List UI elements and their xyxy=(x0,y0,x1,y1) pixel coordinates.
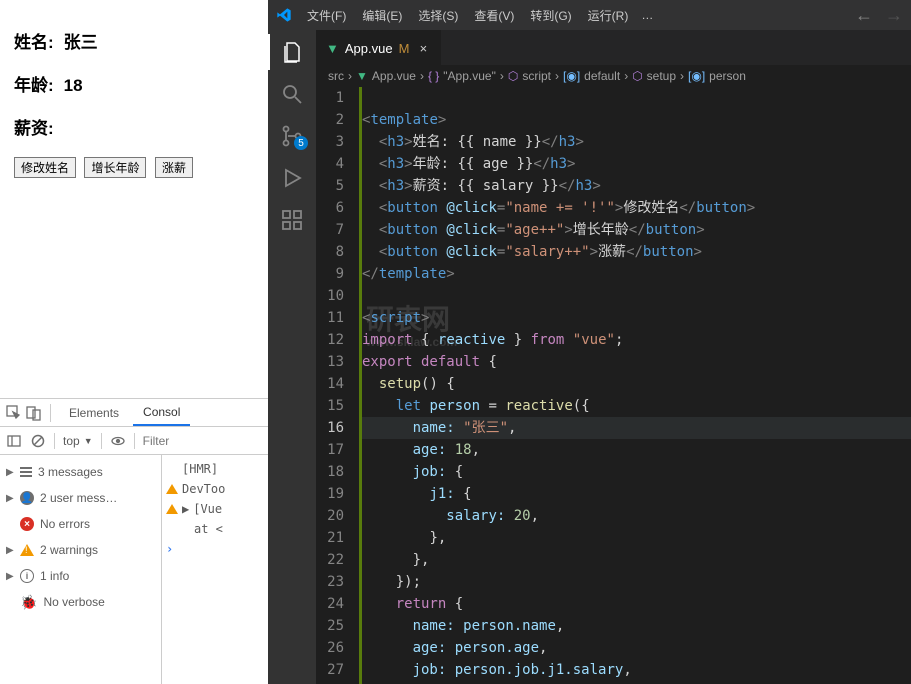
clear-console-icon[interactable] xyxy=(30,433,46,449)
vscode-window: 文件(F) 编辑(E) 选择(S) 查看(V) 转到(G) 运行(R) … ← … xyxy=(268,0,911,684)
console-log-line: DevToo xyxy=(166,479,264,499)
code-content[interactable]: <template> <h3>姓名: {{ name }}</h3> <h3>年… xyxy=(362,87,911,684)
user-msg-row[interactable]: ▶👤2 user mess… xyxy=(0,485,161,511)
vue-file-icon: ▼ xyxy=(326,41,339,56)
filter-input[interactable] xyxy=(143,434,203,448)
increment-age-button[interactable]: 增长年龄 xyxy=(84,157,146,178)
menu-edit[interactable]: 编辑(E) xyxy=(355,3,409,28)
eye-icon[interactable] xyxy=(110,433,126,449)
menu-goto[interactable]: 转到(G) xyxy=(523,3,578,28)
menu-overflow[interactable]: … xyxy=(641,8,653,22)
devtools-panel: Elements Consol top ▼ ▶3 messages ▶👤2 us… xyxy=(0,398,268,684)
file-tab-app-vue[interactable]: ▼ App.vue M × xyxy=(316,30,441,65)
close-tab-icon[interactable]: × xyxy=(415,40,431,56)
rendered-page: 姓名:张三 年龄:18 薪资: 修改姓名 增长年龄 涨薪 xyxy=(0,0,268,188)
menu-run[interactable]: 运行(R) xyxy=(581,3,636,28)
breadcrumb[interactable]: src› ▼App.vue› { }"App.vue"› ⬡script› [◉… xyxy=(316,65,911,87)
list-icon xyxy=(20,467,32,477)
user-icon: 👤 xyxy=(20,491,34,505)
tab-elements[interactable]: Elements xyxy=(59,399,129,426)
console-log-line: [HMR] xyxy=(166,459,264,479)
raise-salary-button[interactable]: 涨薪 xyxy=(155,157,193,178)
bug-icon: 🐞 xyxy=(20,594,37,611)
warning-icon xyxy=(166,484,178,494)
code-editor[interactable]: 研表网www.sklaw.com 12345678910111213141516… xyxy=(316,87,911,684)
source-control-icon[interactable]: 5 xyxy=(280,124,304,148)
age-heading: 年龄:18 xyxy=(14,71,254,96)
sidebar-toggle-icon[interactable] xyxy=(6,433,22,449)
inspect-icon[interactable] xyxy=(6,405,22,421)
nav-back-icon[interactable]: ← xyxy=(855,5,873,26)
warning-icon xyxy=(20,544,34,556)
execution-context-select[interactable]: top ▼ xyxy=(63,434,93,448)
modify-name-button[interactable]: 修改姓名 xyxy=(14,157,76,178)
name-heading: 姓名:张三 xyxy=(14,28,254,53)
console-log-line[interactable]: ▶ [Vue xyxy=(166,499,264,519)
line-gutter: 1234567891011121314151617181920212223242… xyxy=(316,87,356,684)
msg-count-row[interactable]: ▶3 messages xyxy=(0,459,161,485)
search-icon[interactable] xyxy=(280,82,304,106)
menu-file[interactable]: 文件(F) xyxy=(300,3,353,28)
device-icon[interactable] xyxy=(26,405,42,421)
vscode-logo-icon xyxy=(276,7,292,23)
menu-select[interactable]: 选择(S) xyxy=(411,3,465,28)
tab-console[interactable]: Consol xyxy=(133,399,190,426)
console-prompt[interactable]: › xyxy=(166,539,264,559)
verbose-row[interactable]: 🐞No verbose xyxy=(0,589,161,615)
warning-icon xyxy=(166,504,178,514)
console-log-line: at < xyxy=(166,519,264,539)
info-row[interactable]: ▶i1 info xyxy=(0,563,161,589)
info-icon: i xyxy=(20,569,34,583)
run-debug-icon[interactable] xyxy=(280,166,304,190)
error-icon: × xyxy=(20,517,34,531)
nav-forward-icon[interactable]: → xyxy=(885,5,903,26)
scm-badge: 5 xyxy=(294,136,308,150)
no-errors-row[interactable]: ×No errors xyxy=(0,511,161,537)
explorer-icon[interactable] xyxy=(280,40,304,64)
menu-view[interactable]: 查看(V) xyxy=(467,3,521,28)
extensions-icon[interactable] xyxy=(280,208,304,232)
salary-heading: 薪资: xyxy=(14,114,254,139)
warnings-row[interactable]: ▶2 warnings xyxy=(0,537,161,563)
